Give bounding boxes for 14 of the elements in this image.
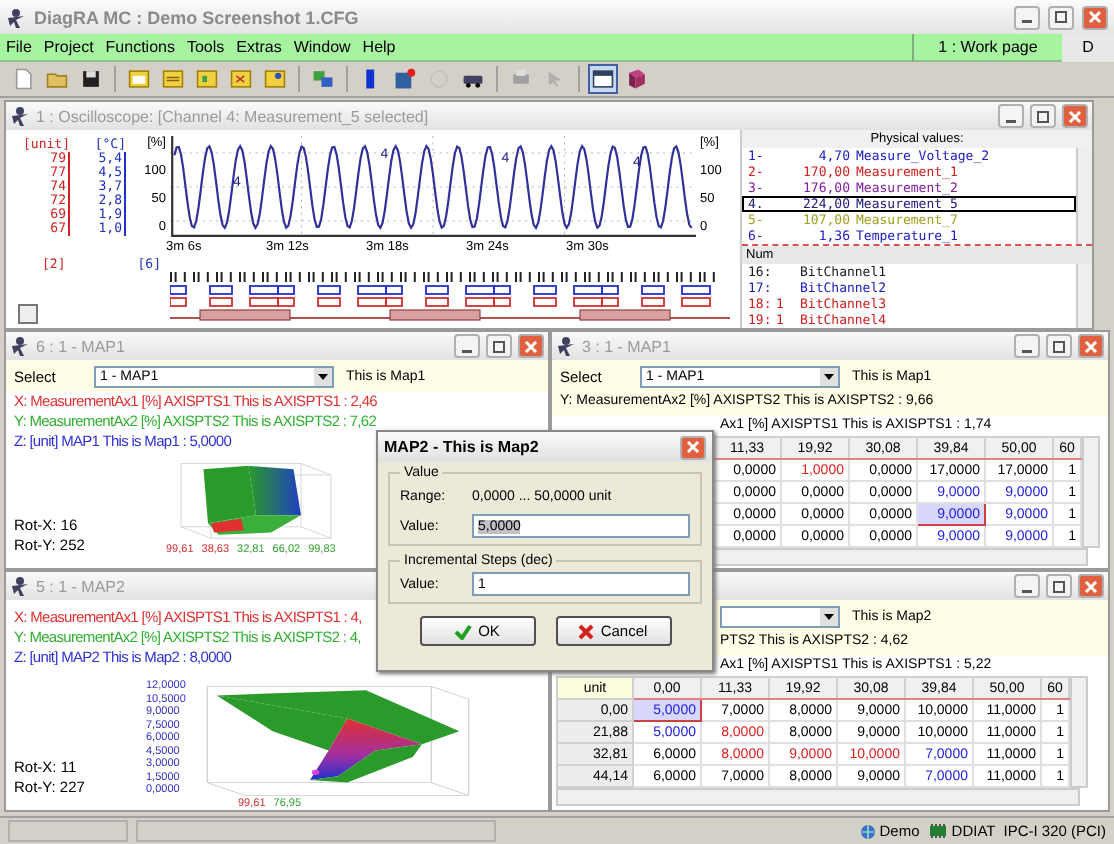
menu-item[interactable]: Help (356, 38, 402, 56)
menu-item[interactable]: Tools (180, 38, 231, 56)
menu-item[interactable]: Extras (230, 38, 288, 56)
menu-item[interactable]: File (0, 38, 38, 56)
menu-item[interactable]: Window (287, 38, 357, 56)
window-title: DiagRA MC : Demo Screenshot 1.CFG (34, 7, 361, 27)
window-title: 1 : Oscilloscope: [Channel 4: Measurement_5 selected] (36, 107, 429, 125)
menu-item[interactable]: Project (37, 38, 100, 56)
window-title: 3 : 1 - MAP1 (582, 337, 671, 355)
menu-item[interactable]: Functions (99, 38, 181, 56)
window-title: 6 : 1 - MAP1 (36, 337, 125, 355)
page-selector[interactable]: D (1062, 33, 1114, 61)
dialog-title: MAP2 - This is Map2 (384, 438, 541, 456)
window-title: 5 : 1 - MAP2 (36, 577, 125, 595)
